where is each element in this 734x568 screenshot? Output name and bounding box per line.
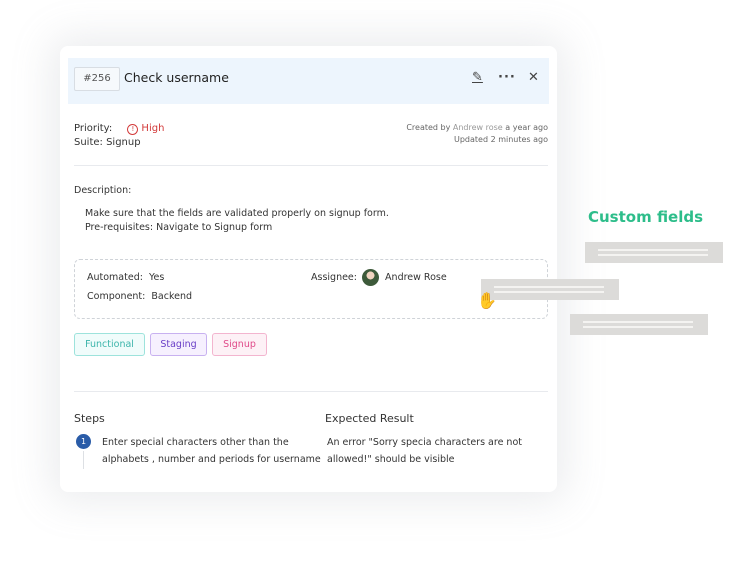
step-description: Enter special characters other than the …	[102, 434, 321, 468]
custom-field-placeholder[interactable]	[570, 314, 708, 335]
component-field: Component: Backend	[87, 291, 192, 302]
description-label: Description:	[74, 185, 132, 196]
case-id-badge: #256	[74, 67, 120, 91]
steps-header: Steps	[74, 412, 105, 425]
automated-field: Automated: Yes	[87, 272, 164, 283]
component-label: Component:	[87, 291, 146, 302]
case-title: Check username	[124, 70, 229, 85]
custom-fields-title: Custom fields	[588, 208, 704, 226]
step-line: Enter special characters other than the	[102, 437, 289, 448]
step-expected-result: An error "Sorry specia characters are no…	[327, 434, 522, 468]
expected-line: allowed!" should be visible	[327, 454, 455, 465]
meta-left: Priority: ! High Suite: Signup	[74, 122, 164, 150]
placeholder-line	[494, 286, 604, 288]
avatar	[362, 269, 380, 286]
priority-value: ! High	[127, 123, 165, 135]
custom-field-placeholder[interactable]	[585, 242, 723, 263]
close-icon[interactable]: ✕	[528, 70, 539, 85]
automated-label: Automated:	[87, 272, 143, 283]
description-line: Pre-requisites: Navigate to Signup form	[85, 222, 273, 233]
placeholder-line	[598, 254, 708, 256]
step-number-badge: 1	[76, 434, 91, 449]
priority-text: High	[141, 123, 165, 134]
divider	[74, 165, 548, 166]
placeholder-line	[583, 326, 693, 328]
hand-cursor-icon: ✋	[477, 291, 497, 310]
edit-icon[interactable]: ✎	[472, 70, 483, 85]
assignee-label: Assignee:	[311, 272, 357, 283]
created-author-link[interactable]: Andrew rose	[453, 123, 503, 132]
placeholder-line	[583, 321, 693, 323]
automated-value: Yes	[148, 272, 165, 283]
expected-line: An error "Sorry specia characters are no…	[327, 437, 522, 448]
placeholder-line	[598, 249, 708, 251]
more-icon[interactable]: ···	[498, 70, 516, 85]
description-line: Make sure that the fields are validated …	[85, 208, 389, 219]
assignee-field: Assignee: Andrew Rose	[311, 269, 447, 286]
created-prefix: Created by	[406, 123, 453, 132]
updated-text: Updated 2 minutes ago	[453, 135, 548, 144]
tag-signup[interactable]: Signup	[212, 333, 267, 356]
step-line: alphabets , number and periods for usern…	[102, 454, 321, 465]
assignee-value[interactable]: Andrew Rose	[385, 272, 447, 283]
description-body: Make sure that the fields are validated …	[85, 207, 389, 235]
component-value: Backend	[151, 291, 193, 302]
meta-right: Created by Andrew rose a year ago Update…	[406, 122, 548, 146]
priority-label: Priority:	[74, 123, 113, 134]
tag-staging[interactable]: Staging	[150, 333, 207, 356]
suite-label: Suite: Signup	[74, 137, 141, 148]
alert-circle-icon: !	[127, 124, 139, 135]
custom-field-placeholder-dragging[interactable]	[481, 279, 619, 300]
created-suffix: a year ago	[502, 123, 548, 132]
placeholder-line	[494, 291, 604, 293]
tag-functional[interactable]: Functional	[74, 333, 145, 356]
custom-fields-box: Automated: Yes Component: Backend Assign…	[74, 259, 548, 319]
step-connector	[83, 451, 84, 469]
expected-result-header: Expected Result	[325, 412, 414, 425]
test-case-card: #256 Check username ✎ ··· ✕ Priority: ! H…	[60, 46, 557, 492]
card-header: #256 Check username ✎ ··· ✕	[68, 58, 549, 104]
divider	[74, 391, 548, 392]
